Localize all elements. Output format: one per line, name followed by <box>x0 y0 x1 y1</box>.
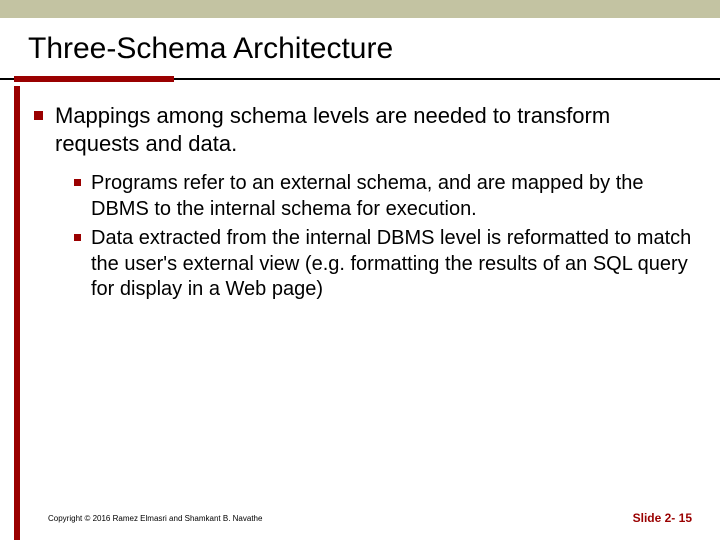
square-bullet-icon <box>74 179 81 186</box>
square-bullet-icon <box>74 234 81 241</box>
top-accent-bar <box>0 0 720 18</box>
bullet-level2: Programs refer to an external schema, an… <box>74 171 692 222</box>
bullet-level2: Data extracted from the internal DBMS le… <box>74 226 692 303</box>
bullet-level1-text: Mappings among schema levels are needed … <box>55 102 692 157</box>
slide-number: Slide 2- 15 <box>633 511 692 525</box>
divider-accent <box>14 76 174 82</box>
square-bullet-icon <box>34 111 43 120</box>
sub-bullets: Programs refer to an external schema, an… <box>74 171 692 303</box>
bullet-level1: Mappings among schema levels are needed … <box>34 102 692 157</box>
slide-container: Three-Schema Architecture Mappings among… <box>0 0 720 540</box>
title-area: Three-Schema Architecture <box>0 18 720 72</box>
left-accent-rail <box>14 86 20 540</box>
copyright-text: Copyright © 2016 Ramez Elmasri and Shamk… <box>48 514 262 523</box>
slide-title: Three-Schema Architecture <box>28 32 692 66</box>
title-divider <box>0 76 720 86</box>
bullet-level2-text: Data extracted from the internal DBMS le… <box>91 226 692 303</box>
footer: Copyright © 2016 Ramez Elmasri and Shamk… <box>0 506 720 540</box>
content-area: Mappings among schema levels are needed … <box>0 86 720 540</box>
bullet-level2-text: Programs refer to an external schema, an… <box>91 171 692 222</box>
